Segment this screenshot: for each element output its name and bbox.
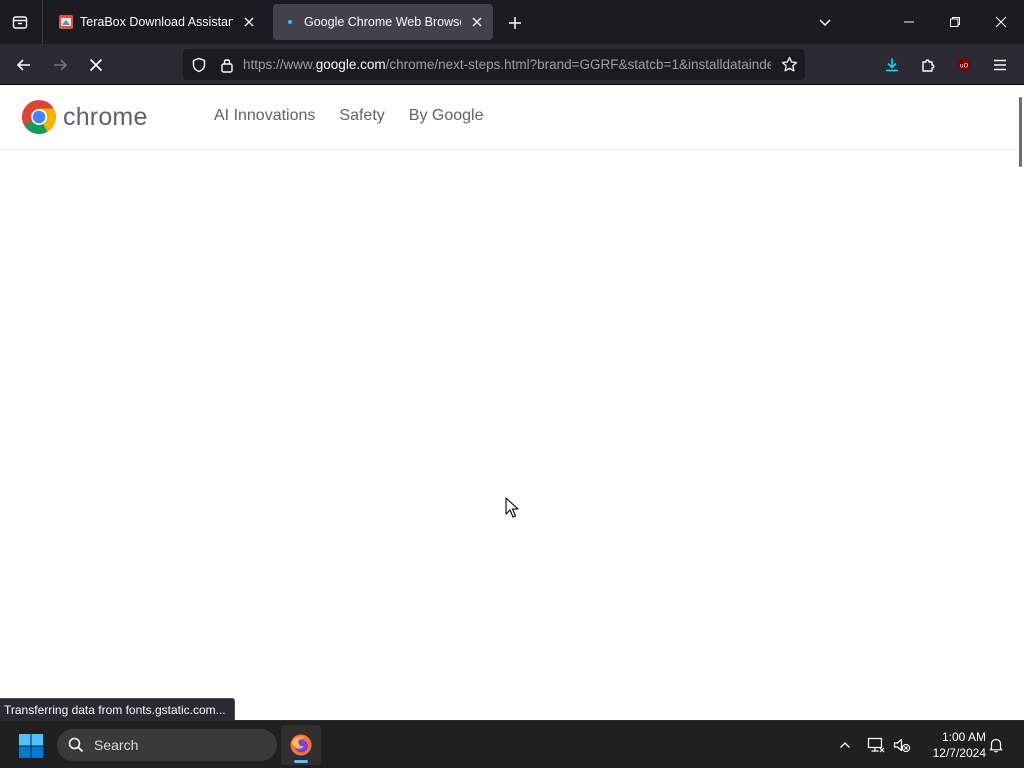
taskbar-firefox-button[interactable] [281,725,321,765]
nav-link-by-google[interactable]: By Google [409,107,484,125]
search-icon [68,737,84,753]
mouse-pointer-icon [505,497,519,518]
tab-separator [42,0,43,44]
list-all-tabs-chevron-icon[interactable] [813,10,837,34]
nav-link-safety[interactable]: Safety [339,107,384,125]
lock-icon[interactable] [217,55,237,75]
nav-link-ai-innovations[interactable]: AI Innovations [214,107,315,125]
clock-date: 12/7/2024 [932,746,986,760]
close-window-icon[interactable] [989,10,1013,34]
logo-text: chrome [63,102,148,131]
ublock-origin-icon[interactable]: uO [951,52,977,78]
chrome-logo[interactable]: chrome [21,99,148,135]
navigation-toolbar: https://www.google.com/chrome/next-steps… [0,44,1024,85]
windows-start-icon[interactable] [18,733,44,759]
back-arrow-icon[interactable] [11,52,37,78]
svg-text:uO: uO [960,63,969,70]
url-path: /chrome/next-steps.html?brand=GGRF&statc… [385,57,771,72]
forward-arrow-icon[interactable] [47,52,73,78]
status-panel: Transferring data from fonts.gstatic.com… [0,698,235,720]
stop-loading-icon[interactable] [83,52,109,78]
tracking-shield-icon[interactable] [189,55,209,75]
address-bar[interactable]: https://www.google.com/chrome/next-steps… [183,49,805,80]
clock-time: 1:00 AM [941,730,986,744]
page-scrollbar[interactable] [1016,85,1024,720]
tab-google-chrome[interactable]: Google Chrome Web Browser [273,4,493,40]
chevron-up-icon[interactable] [835,735,855,755]
scrollbar-thumb[interactable] [1019,97,1022,167]
chrome-logo-icon [22,100,56,134]
network-icon[interactable] [866,735,886,755]
loading-favicon-icon [282,14,298,30]
taskbar-search-box[interactable]: Search [57,729,277,761]
tab-title: Google Chrome Web Browser [304,15,461,29]
search-label: Search [94,737,139,753]
new-tab-plus-icon[interactable] [504,12,526,34]
tab-bar: TeraBox Download Assistant - C Google Ch… [0,0,1024,44]
terabox-favicon-icon [58,14,74,30]
url-prefix: https://www. [243,57,316,72]
restore-icon[interactable] [943,10,967,34]
firefox-icon [290,734,312,756]
site-navigation: AI Innovations Safety By Google [214,107,483,125]
system-clock[interactable]: 1:00 AM 12/7/2024 [918,729,986,761]
downloads-icon[interactable] [879,52,905,78]
url-domain: google.com [315,57,386,72]
bookmark-star-icon[interactable] [779,55,799,75]
notification-bell-icon[interactable] [986,735,1006,755]
windows-taskbar: Search 1:00 AM 12/7/2024 [0,720,1024,768]
active-app-indicator [294,760,308,763]
tab-list-icon[interactable] [8,10,32,34]
volume-muted-icon[interactable] [892,735,912,755]
minimize-icon[interactable] [897,10,921,34]
tab-terabox[interactable]: TeraBox Download Assistant - C [49,4,265,40]
close-tab-icon[interactable] [239,12,259,32]
url-text[interactable]: https://www.google.com/chrome/next-steps… [243,57,771,72]
tab-title: TeraBox Download Assistant - C [80,15,233,29]
close-tab-icon[interactable] [467,12,487,32]
extensions-puzzle-icon[interactable] [915,52,941,78]
site-header: chrome AI Innovations Safety By Google [0,85,1016,150]
web-page-content: chrome AI Innovations Safety By Google T… [0,85,1024,720]
hamburger-menu-icon[interactable] [987,52,1013,78]
